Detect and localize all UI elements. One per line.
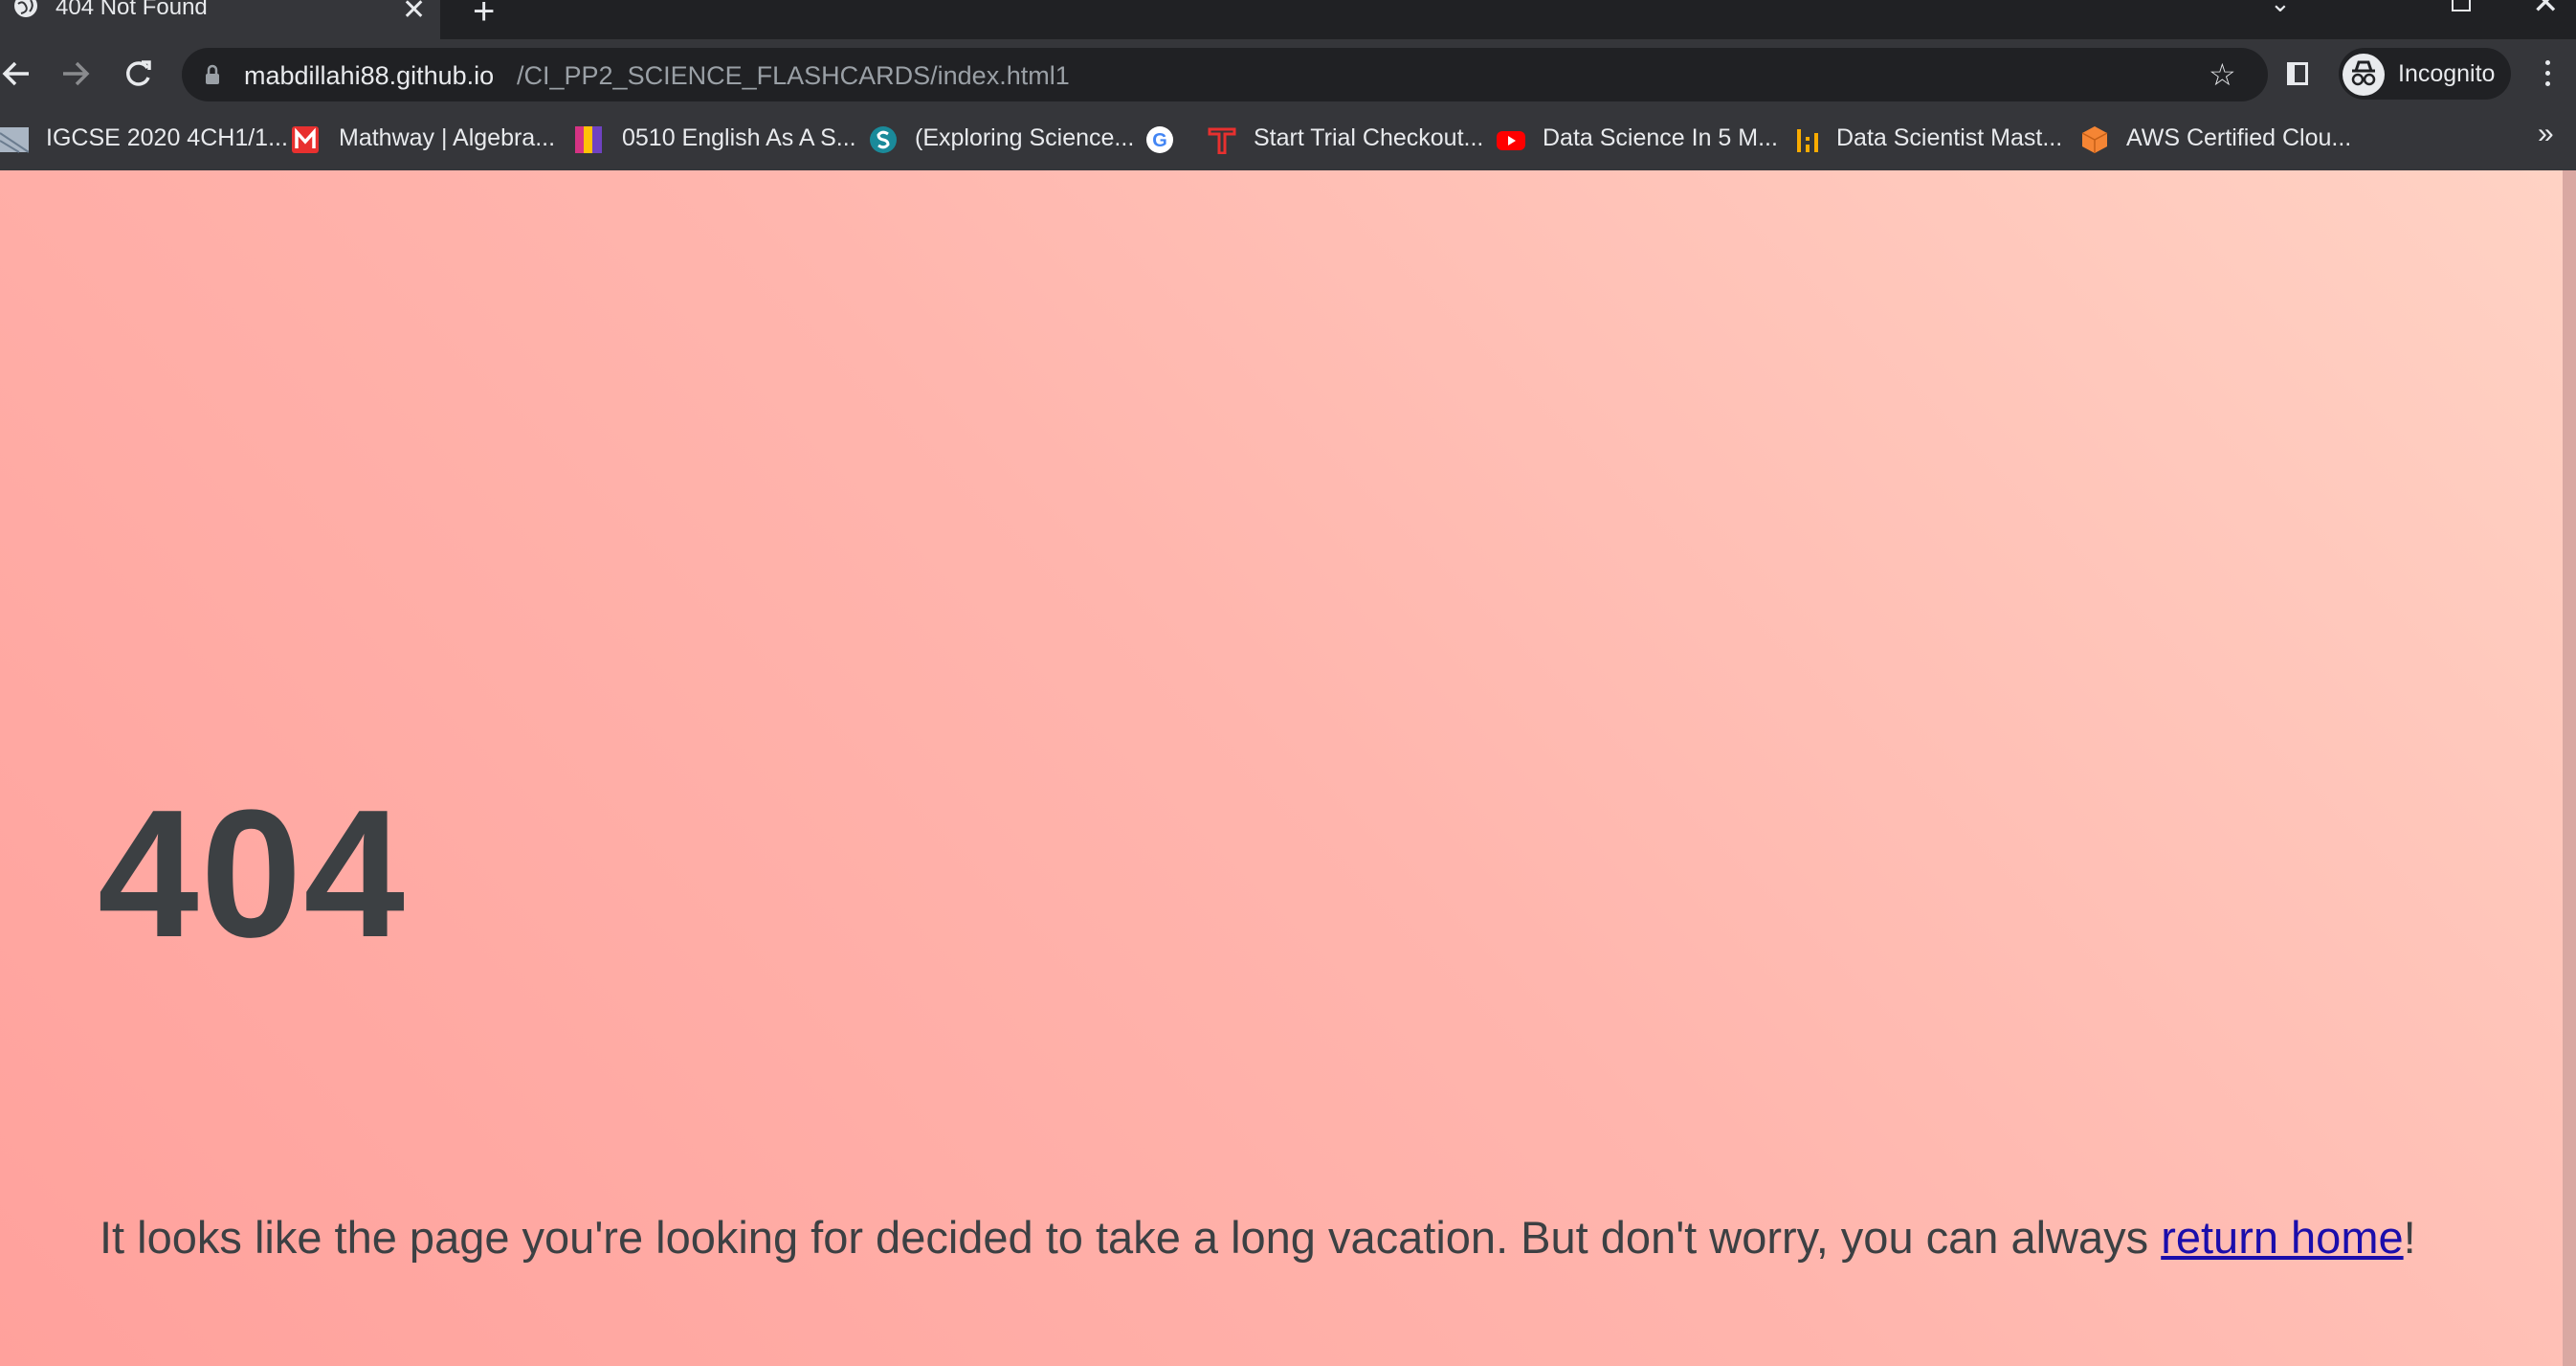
tab-close-icon[interactable]: ✕: [402, 0, 426, 25]
bookmarks-bar: IGCSE 2020 4CH1/1... Mathway | Algebra..…: [0, 110, 2576, 170]
svg-text:G: G: [1152, 130, 1167, 151]
side-panel-icon[interactable]: [2287, 62, 2308, 85]
forward-arrow-icon[interactable]: [56, 55, 94, 93]
youtube-icon: [1497, 131, 1525, 150]
tab-search-chevron-icon[interactable]: ⌄: [2270, 0, 2291, 18]
bookmark-star-icon[interactable]: ☆: [2209, 59, 2236, 90]
tab-strip: 404 Not Found ✕ + ⌄ ✕: [0, 0, 2576, 39]
browser-chrome: 404 Not Found ✕ + ⌄ ✕ mabdillahi88.githu…: [0, 0, 2576, 170]
bookmarks-overflow-icon[interactable]: »: [2538, 118, 2554, 150]
tab-title: 404 Not Found: [56, 0, 208, 20]
google-icon: G: [1146, 126, 1173, 153]
red-t-icon: [1208, 127, 1236, 154]
return-home-link[interactable]: return home: [2161, 1212, 2403, 1263]
colorful-book-icon: [575, 126, 602, 153]
url-host: mabdillahi88.github.io: [244, 61, 495, 90]
error-code-heading: 404: [98, 773, 408, 975]
error-message: It looks like the page you're looking fo…: [100, 1211, 2416, 1264]
address-bar[interactable]: mabdillahi88.github.io /CI_PP2_SCIENCE_F…: [182, 48, 2268, 101]
menu-dots-icon[interactable]: [2545, 60, 2551, 92]
restore-icon[interactable]: [2452, 0, 2471, 11]
incognito-profile-button[interactable]: Incognito: [2339, 48, 2511, 100]
reload-icon[interactable]: [119, 55, 157, 93]
new-tab-button[interactable]: +: [473, 0, 495, 31]
scrollbar[interactable]: [2563, 170, 2576, 1366]
page-viewport: 404 It looks like the page you're lookin…: [0, 170, 2563, 1366]
orange-cube-icon: [2081, 126, 2108, 153]
url-path: /CI_PP2_SCIENCE_FLASHCARDS/index.html1: [517, 61, 1070, 90]
teal-circle-s-icon: [870, 126, 897, 153]
window-close-icon[interactable]: ✕: [2532, 0, 2560, 19]
back-arrow-icon[interactable]: [0, 55, 38, 93]
bars-icon: [1797, 129, 1818, 152]
message-suffix: !: [2403, 1212, 2416, 1263]
message-text: It looks like the page you're looking fo…: [100, 1212, 2162, 1263]
document-thumbnail-icon: [0, 127, 29, 153]
active-tab[interactable]: 404 Not Found ✕: [0, 0, 440, 39]
mathway-icon: [292, 126, 319, 153]
globe-icon: [14, 0, 37, 17]
lock-icon[interactable]: [205, 64, 220, 85]
toolbar: mabdillahi88.github.io /CI_PP2_SCIENCE_F…: [0, 39, 2576, 110]
incognito-icon: [2343, 54, 2385, 96]
incognito-label: Incognito: [2398, 60, 2496, 87]
